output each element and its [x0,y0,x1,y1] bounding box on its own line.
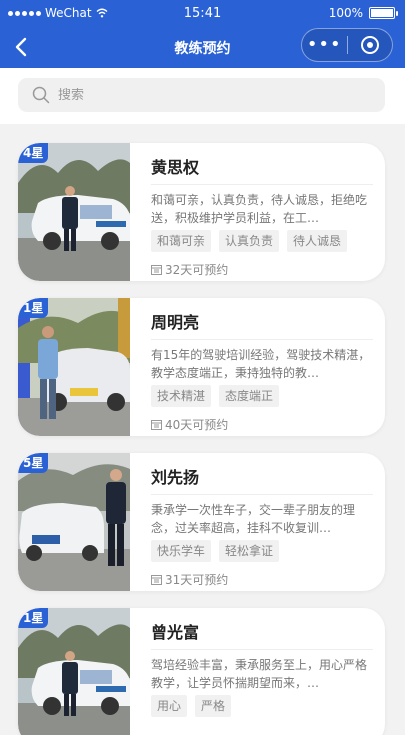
coach-info: 周明亮 有15年的驾驶培训经验，驾驶技术精湛，教学态度端正，秉持独特的教… 技术… [151,310,373,433]
availability-text: 31天可预约 [165,573,229,587]
coach-tag: 严格 [195,695,232,717]
star-rating-badge: 4星 [18,143,49,163]
coach-tag: 态度端正 [219,385,280,407]
star-rating-badge: 5星 [18,453,49,473]
coach-photo: 1星 [18,298,130,436]
availability-text: 32天可预约 [165,263,229,277]
coach-tags: 和蔼可亲 认真负责 待人诚恳 [151,230,373,252]
search-icon [32,86,50,104]
coach-name: 刘先扬 [151,465,373,495]
coach-info: 曾光富 驾培经验丰富，秉承服务至上，用心严格教学，让学员怀揣期望而来，… 用心 … [151,620,373,717]
coach-tag: 用心 [151,695,188,717]
calendar-icon [151,575,162,585]
search-bar[interactable] [18,78,385,112]
coach-tag: 待人诚恳 [287,230,348,252]
coach-info: 刘先扬 秉承学一次性车子，交一辈子朋友的理念，过关率超高，挂科不收复训… 快乐学… [151,465,373,588]
calendar-icon [151,265,162,275]
coach-photo: 4星 [18,143,130,281]
more-dots-icon: ••• [306,34,342,55]
coach-description: 和蔼可亲，认真负责，待人诚恳，拒绝吃送，积极维护学员利益，在工… [151,193,368,225]
coach-card[interactable]: 4星 黄思权 和蔼可亲，认真负责，待人诚恳，拒绝吃送，积极维护学员利益，在工… … [18,143,385,281]
battery-icon [369,7,398,19]
coach-description: 秉承学一次性车子，交一辈子朋友的理念，过关率超高，挂科不收复训… [151,503,356,535]
coach-tag: 认真负责 [219,230,280,252]
coach-tags: 技术精湛 态度端正 [151,385,373,407]
app-screen: WeChat 15:41 100% 教练预约 ••• 搜索 4星 黄思权 和蔼可… [0,0,405,735]
availability-text: 40天可预约 [165,418,229,432]
search-input[interactable] [58,87,318,103]
coach-availability: 40天可预约 [151,416,373,433]
battery-status: 100% [328,6,398,20]
coach-tag: 和蔼可亲 [151,230,212,252]
coach-tag: 技术精湛 [151,385,212,407]
mini-program-capsule: ••• [301,28,393,62]
coach-tag: 轻松拿证 [219,540,280,562]
target-icon [360,36,379,54]
coach-info: 黄思权 和蔼可亲，认真负责，待人诚恳，拒绝吃送，积极维护学员利益，在工… 和蔼可… [151,155,373,278]
coach-description: 驾培经验丰富，秉承服务至上，用心严格教学，让学员怀揣期望而来，… [151,658,368,690]
coach-tags: 快乐学车 轻松拿证 [151,540,373,562]
coach-photo: 5星 [18,453,130,591]
coach-tag: 快乐学车 [151,540,212,562]
calendar-icon [151,420,162,430]
coach-photo: 1星 [18,608,130,735]
coach-tags: 用心 严格 [151,695,373,717]
nav-bar: 教练预约 ••• [0,26,405,68]
status-bar: WeChat 15:41 100% [0,0,405,26]
coach-description: 有15年的驾驶培训经验，驾驶技术精湛，教学态度端正，秉持独特的教… [151,348,371,380]
more-button[interactable]: ••• [302,36,347,54]
coach-card[interactable]: 5星 刘先扬 秉承学一次性车子，交一辈子朋友的理念，过关率超高，挂科不收复训… … [18,453,385,591]
search-section [0,68,405,124]
coach-card[interactable]: 1星 周明亮 有15年的驾驶培训经验，驾驶技术精湛，教学态度端正，秉持独特的教…… [18,298,385,436]
coach-availability: 31天可预约 [151,571,373,588]
coach-availability: 32天可预约 [151,261,373,278]
coach-name: 曾光富 [151,620,373,650]
coach-list: 4星 黄思权 和蔼可亲，认真负责，待人诚恳，拒绝吃送，积极维护学员利益，在工… … [0,124,405,735]
star-rating-badge: 1星 [18,608,49,628]
coach-card[interactable]: 1星 曾光富 驾培经验丰富，秉承服务至上，用心严格教学，让学员怀揣期望而来，… … [18,608,385,735]
coach-name: 周明亮 [151,310,373,340]
star-rating-badge: 1星 [18,298,49,318]
coach-name: 黄思权 [151,155,373,185]
close-mini-program-button[interactable] [347,36,392,54]
battery-percent: 100% [328,6,363,20]
